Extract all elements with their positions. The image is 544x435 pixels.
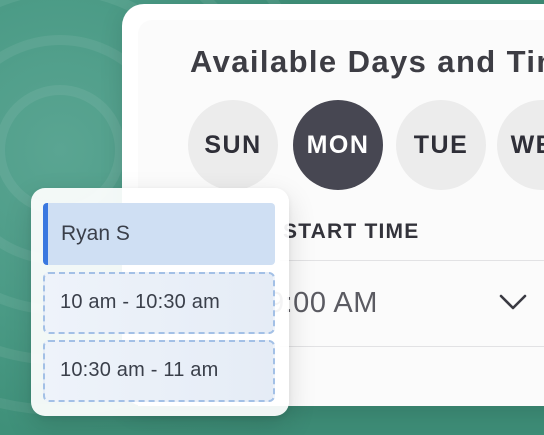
- time-slot-2[interactable]: 10:30 am - 11 am: [43, 340, 275, 402]
- time-slot-label: 10 am - 10:30 am: [60, 291, 220, 313]
- user-name: Ryan S: [61, 222, 130, 245]
- time-slot-1[interactable]: 10 am - 10:30 am: [43, 272, 275, 334]
- start-time-label: START TIME: [283, 220, 420, 243]
- chevron-down-icon: [499, 294, 527, 310]
- day-button-mon[interactable]: MON: [293, 100, 383, 190]
- app-stage: Available Days and Times SUN MON TUE WED…: [0, 0, 544, 435]
- user-row[interactable]: Ryan S: [43, 203, 275, 265]
- schedule-title: Available Days and Times: [190, 44, 544, 79]
- day-button-sun[interactable]: SUN: [188, 100, 278, 190]
- divider-bottom: [280, 346, 544, 347]
- divider-top: [280, 260, 544, 261]
- start-time-dropdown[interactable]: 9:00 AM: [268, 262, 544, 346]
- availability-card: Ryan S 10 am - 10:30 am 10:30 am - 11 am: [31, 188, 289, 416]
- time-slot-label: 10:30 am - 11 am: [60, 359, 219, 381]
- day-button-tue[interactable]: TUE: [396, 100, 486, 190]
